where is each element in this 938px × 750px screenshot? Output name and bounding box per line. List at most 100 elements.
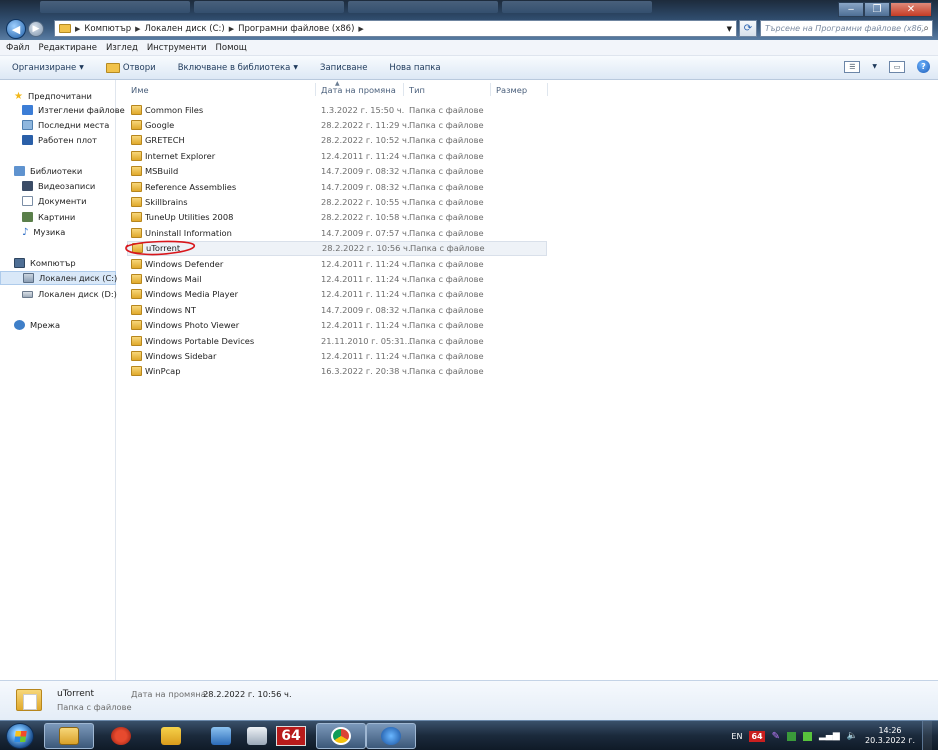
sidebar-item-label: Работен плот (38, 135, 97, 145)
search-input[interactable]: Търсене на Програмни файлове (x86) (765, 24, 923, 33)
sidebar-item-downloads[interactable]: Изтеглени файлове (22, 103, 125, 117)
file-name: Windows Sidebar (145, 350, 217, 361)
chevron-down-icon[interactable]: ▼ (727, 25, 732, 33)
app-icon (161, 727, 181, 745)
taskbar-chrome[interactable] (316, 723, 366, 749)
start-button[interactable] (6, 723, 34, 749)
recent-places-icon (22, 120, 33, 130)
table-row[interactable]: Windows Sidebar 12.4.2011 г. 11:24 ч. Папк… (127, 348, 547, 363)
chevron-right-icon[interactable]: ▶ (358, 25, 363, 33)
column-divider[interactable] (315, 83, 316, 96)
menu-file[interactable]: Файл (6, 43, 29, 53)
table-row[interactable]: Windows NT 14.7.2009 г. 08:32 ч. Папка с ф… (127, 302, 547, 317)
column-divider[interactable] (547, 83, 548, 96)
close-button[interactable]: ✕ (890, 2, 932, 17)
table-row[interactable]: Windows Photo Viewer 12.4.2011 г. 11:24 ч… (127, 318, 547, 333)
search-icon[interactable]: ⌕ (923, 23, 929, 34)
column-name[interactable]: Име (131, 85, 149, 95)
chevron-right-icon[interactable]: ▶ (135, 25, 140, 33)
table-row[interactable]: Windows Portable Devices 21.11.2010 г. 05… (127, 333, 547, 348)
file-type: Папка с файлове (409, 227, 484, 238)
refresh-button[interactable]: ⟳ (739, 20, 757, 37)
taskbar-explorer[interactable] (44, 723, 94, 749)
menu-view[interactable]: Изглед (106, 43, 138, 53)
taskbar-app[interactable] (146, 723, 196, 749)
pen-icon[interactable]: ✎ (772, 731, 780, 742)
table-row[interactable]: TuneUp Utilities 2008 28.2.2022 г. 10:58 … (127, 210, 547, 225)
column-type[interactable]: Тип (409, 85, 425, 95)
signal-icon[interactable]: ▂▄▆ (819, 731, 840, 741)
breadcrumb-computer[interactable]: Компютър (84, 24, 131, 34)
sidebar-item-desktop[interactable]: Работен плот (22, 133, 97, 147)
menu-edit[interactable]: Редактиране (38, 43, 96, 53)
column-size[interactable]: Размер (496, 85, 527, 95)
table-row[interactable]: Skillbrains 28.2.2022 г. 10:55 ч. Папка с … (127, 194, 547, 209)
change-view-icon[interactable]: ☰ (844, 60, 861, 73)
column-divider[interactable] (403, 83, 404, 96)
table-row[interactable]: Windows Media Player 12.4.2011 г. 11:24 ч… (127, 287, 547, 302)
taskbar-aida64[interactable]: 64 (270, 723, 312, 749)
chevron-down-icon[interactable]: ▼ (872, 63, 877, 70)
sidebar-item-network[interactable]: Мрежа (14, 318, 60, 332)
menu-tools[interactable]: Инструменти (147, 43, 207, 53)
include-in-library-button[interactable]: Включване в библиотека ▼ (178, 63, 298, 73)
maximize-button[interactable]: ❐ (864, 2, 890, 17)
table-row[interactable]: MSBuild 14.7.2009 г. 08:32 ч. Папка с файл… (127, 164, 547, 179)
table-row[interactable]: Uninstall Information 14.7.2009 г. 07:57 … (127, 225, 547, 240)
clock[interactable]: 14:26 20.3.2022 г. (865, 726, 915, 746)
show-desktop-button[interactable] (922, 721, 932, 750)
sidebar-item-libraries[interactable]: Библиотеки (14, 164, 82, 178)
table-row[interactable]: uTorrent 28.2.2022 г. 10:56 ч. Папка с фай… (127, 240, 547, 256)
folder-icon (131, 320, 142, 331)
table-row[interactable]: WinPcap 16.3.2022 г. 20:38 ч. Папка с файл… (127, 364, 547, 379)
search-box[interactable]: Търсене на Програмни файлове (x86) ⌕ (760, 20, 933, 37)
taskbar-ccleaner[interactable] (96, 723, 146, 749)
tray-app-icon[interactable] (787, 731, 796, 741)
sidebar-item-videos[interactable]: Видеозаписи (22, 179, 95, 193)
table-row[interactable]: Windows Mail 12.4.2011 г. 11:24 ч. Папка с… (127, 271, 547, 286)
new-folder-button[interactable]: Нова папка (389, 63, 440, 73)
forward-button[interactable]: ▶ (28, 21, 44, 37)
minimize-button[interactable]: ‒ (838, 2, 864, 17)
address-bar[interactable]: ▶ Компютър ▶ Локален диск (C:) ▶ Програм… (54, 20, 737, 37)
battery-icon[interactable] (803, 731, 812, 741)
taskbar-media-player[interactable] (366, 723, 416, 749)
sidebar-item-computer[interactable]: Компютър (14, 256, 76, 270)
clock-date: 20.3.2022 г. (864, 736, 915, 745)
sidebar-item-documents[interactable]: Документи (22, 194, 87, 208)
file-name: Skillbrains (145, 196, 188, 207)
back-button[interactable]: ◀ (6, 19, 26, 39)
folder-icon (131, 196, 142, 207)
column-divider[interactable] (490, 83, 491, 96)
chevron-right-icon[interactable]: ▶ (229, 25, 234, 33)
table-row[interactable]: Common Files 1.3.2022 г. 15:50 ч. Папка с … (127, 102, 547, 117)
burn-button[interactable]: Записване (320, 63, 367, 73)
table-row[interactable]: Windows Defender 12.4.2011 г. 11:24 ч. Пап… (127, 256, 547, 271)
table-row[interactable]: GRETECH 28.2.2022 г. 10:52 ч. Папка с файл… (127, 133, 547, 148)
language-indicator[interactable]: EN (731, 732, 742, 741)
table-row[interactable]: Google 28.2.2022 г. 11:29 ч. Папка с файло… (127, 117, 547, 132)
table-row[interactable]: Reference Assemblies 14.7.2009 г. 08:32 ч… (127, 179, 547, 194)
chevron-right-icon[interactable]: ▶ (75, 25, 80, 33)
table-row[interactable]: Internet Explorer 12.4.2011 г. 11:24 ч. Па… (127, 148, 547, 163)
file-date: 14.7.2009 г. 08:32 ч. (321, 166, 410, 177)
sidebar-item-pictures[interactable]: Картини (22, 210, 75, 224)
include-label: Включване в библиотека (177, 62, 291, 73)
sidebar-item-favorites[interactable]: ★ Предпочитани (14, 89, 92, 103)
sidebar-item-recent[interactable]: Последни места (22, 118, 109, 132)
organize-button[interactable]: Организиране ▼ (12, 63, 84, 73)
breadcrumb-program-files[interactable]: Програмни файлове (x86) (238, 24, 354, 34)
column-date[interactable]: Дата на промяна (321, 85, 396, 95)
sidebar-item-drive-d[interactable]: Локален диск (D:) (22, 287, 117, 301)
open-button[interactable]: Отвори (105, 62, 156, 73)
sidebar-item-music[interactable]: ♪ Музика (22, 225, 65, 239)
file-type: Папка с файлове (409, 335, 484, 346)
preview-pane-icon[interactable]: ▭ (889, 60, 905, 73)
breadcrumb-drive-c[interactable]: Локален диск (C:) (145, 24, 225, 34)
menu-help[interactable]: Помощ (215, 43, 246, 53)
sidebar-item-drive-c[interactable]: Локален диск (C:) (0, 271, 117, 285)
help-icon[interactable]: ? (917, 60, 930, 73)
volume-icon[interactable]: 🔈 (847, 731, 858, 741)
aida64-tray-icon[interactable]: 64 (749, 730, 765, 742)
file-date: 28.2.2022 г. 10:52 ч. (321, 135, 410, 146)
